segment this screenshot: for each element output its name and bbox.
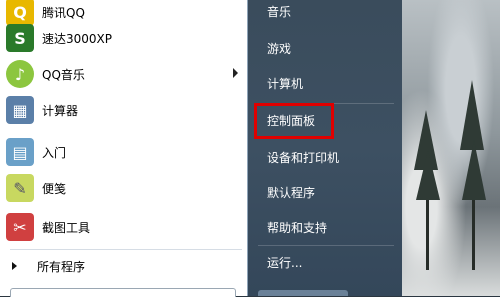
start-menu-program-list: Q 腾讯QQ S 速达3000XP ♪ QQ音乐 ▦ 计算器 ▤ 入门 ✎ 便笺… bbox=[0, 0, 248, 297]
menu-separator bbox=[258, 245, 394, 246]
program-label: 腾讯QQ bbox=[42, 5, 85, 20]
program-label: 计算器 bbox=[42, 103, 79, 118]
program-list-divider bbox=[10, 249, 242, 250]
program-label: 速达3000XP bbox=[42, 31, 112, 46]
program-item-snipping-tool[interactable]: ✂ 截图工具 bbox=[4, 209, 244, 245]
control-panel-highlight-box bbox=[254, 103, 334, 139]
program-label: 便笺 bbox=[42, 181, 67, 196]
program-label: 入门 bbox=[42, 145, 67, 160]
sticky-notes-icon: ✎ bbox=[6, 174, 34, 202]
qq-music-icon: ♪ bbox=[6, 60, 34, 88]
program-item-getting-started[interactable]: ▤ 入门 bbox=[4, 134, 244, 170]
program-item-qq-music[interactable]: ♪ QQ音乐 bbox=[4, 56, 244, 92]
program-item-sticky-notes[interactable]: ✎ 便笺 bbox=[4, 170, 244, 206]
expand-arrow-icon bbox=[12, 262, 17, 270]
program-label: QQ音乐 bbox=[42, 67, 85, 82]
program-item-calculator[interactable]: ▦ 计算器 bbox=[4, 92, 244, 128]
program-label: 截图工具 bbox=[42, 220, 91, 235]
menu-item-help-support[interactable]: 帮助和支持 bbox=[267, 220, 327, 236]
all-programs-label: 所有程序 bbox=[37, 259, 86, 274]
menu-item-devices-printers[interactable]: 设备和打印机 bbox=[267, 150, 339, 166]
sudaxp-icon: S bbox=[6, 24, 34, 52]
shutdown-button[interactable] bbox=[258, 290, 348, 296]
calculator-icon: ▦ bbox=[6, 96, 34, 124]
all-programs-button[interactable]: 所有程序 bbox=[6, 254, 242, 278]
menu-item-computer[interactable]: 计算机 bbox=[267, 76, 303, 92]
submenu-arrow-icon bbox=[233, 68, 238, 78]
desktop-wallpaper bbox=[402, 0, 500, 296]
program-item-sudaxp[interactable]: S 速达3000XP bbox=[4, 20, 244, 56]
snipping-tool-icon: ✂ bbox=[6, 213, 34, 241]
menu-item-games[interactable]: 游戏 bbox=[267, 41, 291, 57]
getting-started-icon: ▤ bbox=[6, 138, 34, 166]
start-menu-right-column: 音乐 游戏 计算机 控制面板 设备和打印机 默认程序 帮助和支持 运行... bbox=[248, 0, 402, 296]
menu-item-music[interactable]: 音乐 bbox=[267, 4, 291, 20]
menu-item-run[interactable]: 运行... bbox=[267, 255, 302, 271]
menu-item-default-programs[interactable]: 默认程序 bbox=[267, 185, 315, 201]
